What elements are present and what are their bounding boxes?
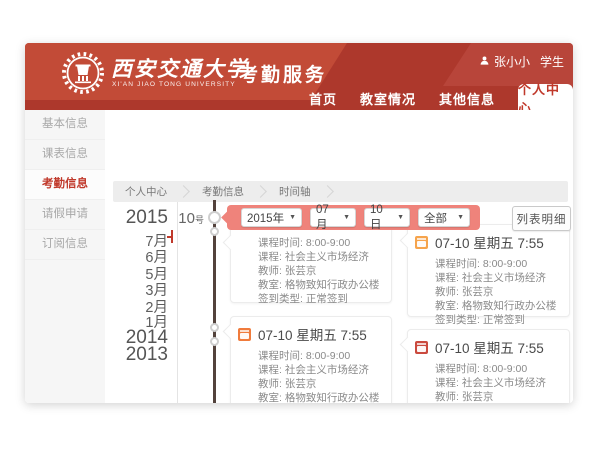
signin-calendar-icon — [415, 236, 428, 249]
sidebar-item-subscription[interactable]: 订阅信息 — [25, 230, 105, 260]
app-body: 基本信息 课表信息 考勤信息 请假申请 订阅信息 个人中心 考勤信息 时间轴 2… — [25, 110, 573, 403]
card-date-title: 07-10 星期五 7:55 — [258, 324, 367, 344]
card-date-title: 07-10 星期五 7:55 — [435, 232, 544, 252]
day-dropdown[interactable]: 10日▼ — [364, 208, 410, 227]
type-dropdown[interactable]: 全部▼ — [418, 208, 470, 227]
day-marker-10: 10号 — [178, 210, 204, 228]
timeline-node — [208, 211, 221, 224]
user-role: 学生 — [540, 53, 564, 70]
attendance-card[interactable]: 07-10 星期五 7:55 课程时间: 8:00-9:00 课程: 社会主义市… — [407, 329, 570, 403]
caret-down-icon: ▼ — [457, 214, 464, 221]
breadcrumb-personal-center[interactable]: 个人中心 — [125, 184, 167, 199]
card-field-classroom: 教室: 格物致知行政办公楼 — [258, 391, 381, 403]
sidebar-item-basic-info[interactable]: 基本信息 — [25, 110, 105, 140]
caret-down-icon: ▼ — [397, 214, 404, 221]
sidebar: 基本信息 课表信息 考勤信息 请假申请 订阅信息 — [25, 110, 105, 403]
absence-calendar-icon — [415, 341, 428, 354]
app-title: 考勤服务 — [239, 60, 327, 87]
card-field-course: 课程: 社会主义市场经济 — [435, 271, 559, 285]
signin-calendar-icon — [238, 328, 251, 341]
year-dropdown[interactable]: 2015年▼ — [241, 208, 302, 227]
card-field-course-time: 课程时间: 8:00-9:00 — [258, 349, 381, 363]
card-field-course-time: 课程时间: 8:00-9:00 — [435, 362, 559, 376]
card-field-course: 课程: 社会主义市场经济 — [258, 250, 381, 264]
month-dropdown[interactable]: 07月▼ — [310, 208, 356, 227]
card-field-teacher: 教师: 张芸京 — [435, 285, 559, 299]
card-field-teacher: 教师: 张芸京 — [258, 264, 381, 278]
attendance-card[interactable]: 07-10 星期五 7:55 课程时间: 8:00-9:00 课程: 社会主义市… — [230, 316, 392, 403]
user-info[interactable]: 张小小 学生 — [479, 53, 564, 70]
card-field-teacher: 教师: 张芸京 — [435, 390, 559, 403]
selected-month-tick — [171, 230, 173, 243]
university-logo-icon — [61, 51, 105, 95]
list-detail-button[interactable]: 列表明细 — [512, 206, 571, 231]
breadcrumb-attendance[interactable]: 考勤信息 — [202, 184, 244, 199]
sidebar-item-leave-request[interactable]: 请假申请 — [25, 200, 105, 230]
chevron-right-icon — [254, 185, 267, 198]
chevron-right-icon — [321, 185, 334, 198]
card-field-classroom: 教室: 格物致知行政办公楼 — [258, 278, 381, 292]
app-header: 西安交通大学 XI'AN JIAO TONG UNIVERSITY 考勤服务 张… — [25, 43, 573, 110]
caret-down-icon: ▼ — [289, 214, 296, 221]
caret-down-icon: ▼ — [343, 214, 350, 221]
card-field-course: 课程: 社会主义市场经济 — [258, 363, 381, 377]
nav-other-info[interactable]: 其他信息 — [439, 89, 495, 108]
attendance-card[interactable]: 07-10 星期五 7:55 课程时间: 8:00-9:00 课程: 社会主义市… — [407, 224, 570, 317]
breadcrumb-timeline[interactable]: 时间轴 — [279, 184, 311, 199]
sidebar-item-attendance-active[interactable]: 考勤信息 — [25, 170, 105, 200]
university-name-cn: 西安交通大学 — [111, 53, 249, 83]
card-field-teacher: 教师: 张芸京 — [258, 377, 381, 391]
timeline-node — [210, 323, 219, 332]
attendance-card[interactable]: 课程时间: 8:00-9:00 课程: 社会主义市场经济 教师: 张芸京 教室:… — [230, 224, 392, 303]
sidebar-item-timetable[interactable]: 课表信息 — [25, 140, 105, 170]
card-field-signin-type: 签到类型: 正常签到 — [435, 313, 559, 327]
breadcrumb: 个人中心 考勤信息 时间轴 — [113, 181, 568, 202]
nav-home[interactable]: 首页 — [309, 89, 337, 108]
page: 西安交通大学 XI'AN JIAO TONG UNIVERSITY 考勤服务 张… — [0, 0, 600, 450]
card-date-title: 07-10 星期五 7:55 — [435, 337, 544, 357]
card-field-course: 课程: 社会主义市场经济 — [435, 376, 559, 390]
nav-classrooms[interactable]: 教室情况 — [360, 89, 416, 108]
chevron-right-icon — [177, 185, 190, 198]
user-name: 张小小 — [494, 53, 530, 70]
user-icon — [479, 55, 490, 69]
scale-year-2015[interactable]: 2015 — [108, 207, 168, 229]
card-field-signin-type: 签到类型: 正常签到 — [258, 292, 381, 306]
card-field-course-time: 课程时间: 8:00-9:00 — [435, 257, 559, 271]
scale-separator — [177, 202, 178, 403]
app-window: 西安交通大学 XI'AN JIAO TONG UNIVERSITY 考勤服务 张… — [25, 43, 573, 403]
university-name-en: XI'AN JIAO TONG UNIVERSITY — [112, 81, 236, 88]
filter-bar: 2015年▼ 07月▼ 10日▼ 全部▼ — [227, 205, 480, 230]
timeline-node — [210, 227, 219, 236]
nav-personal-center-active[interactable]: 个人中心 — [518, 84, 573, 112]
timeline-node — [210, 337, 219, 346]
card-field-course-time: 课程时间: 8:00-9:00 — [258, 236, 381, 250]
main-nav: 首页 教室情况 其他信息 个人中心 — [309, 86, 573, 110]
card-field-classroom: 教室: 格物致知行政办公楼 — [435, 299, 559, 313]
scale-year-2013[interactable]: 2013 — [108, 344, 168, 366]
